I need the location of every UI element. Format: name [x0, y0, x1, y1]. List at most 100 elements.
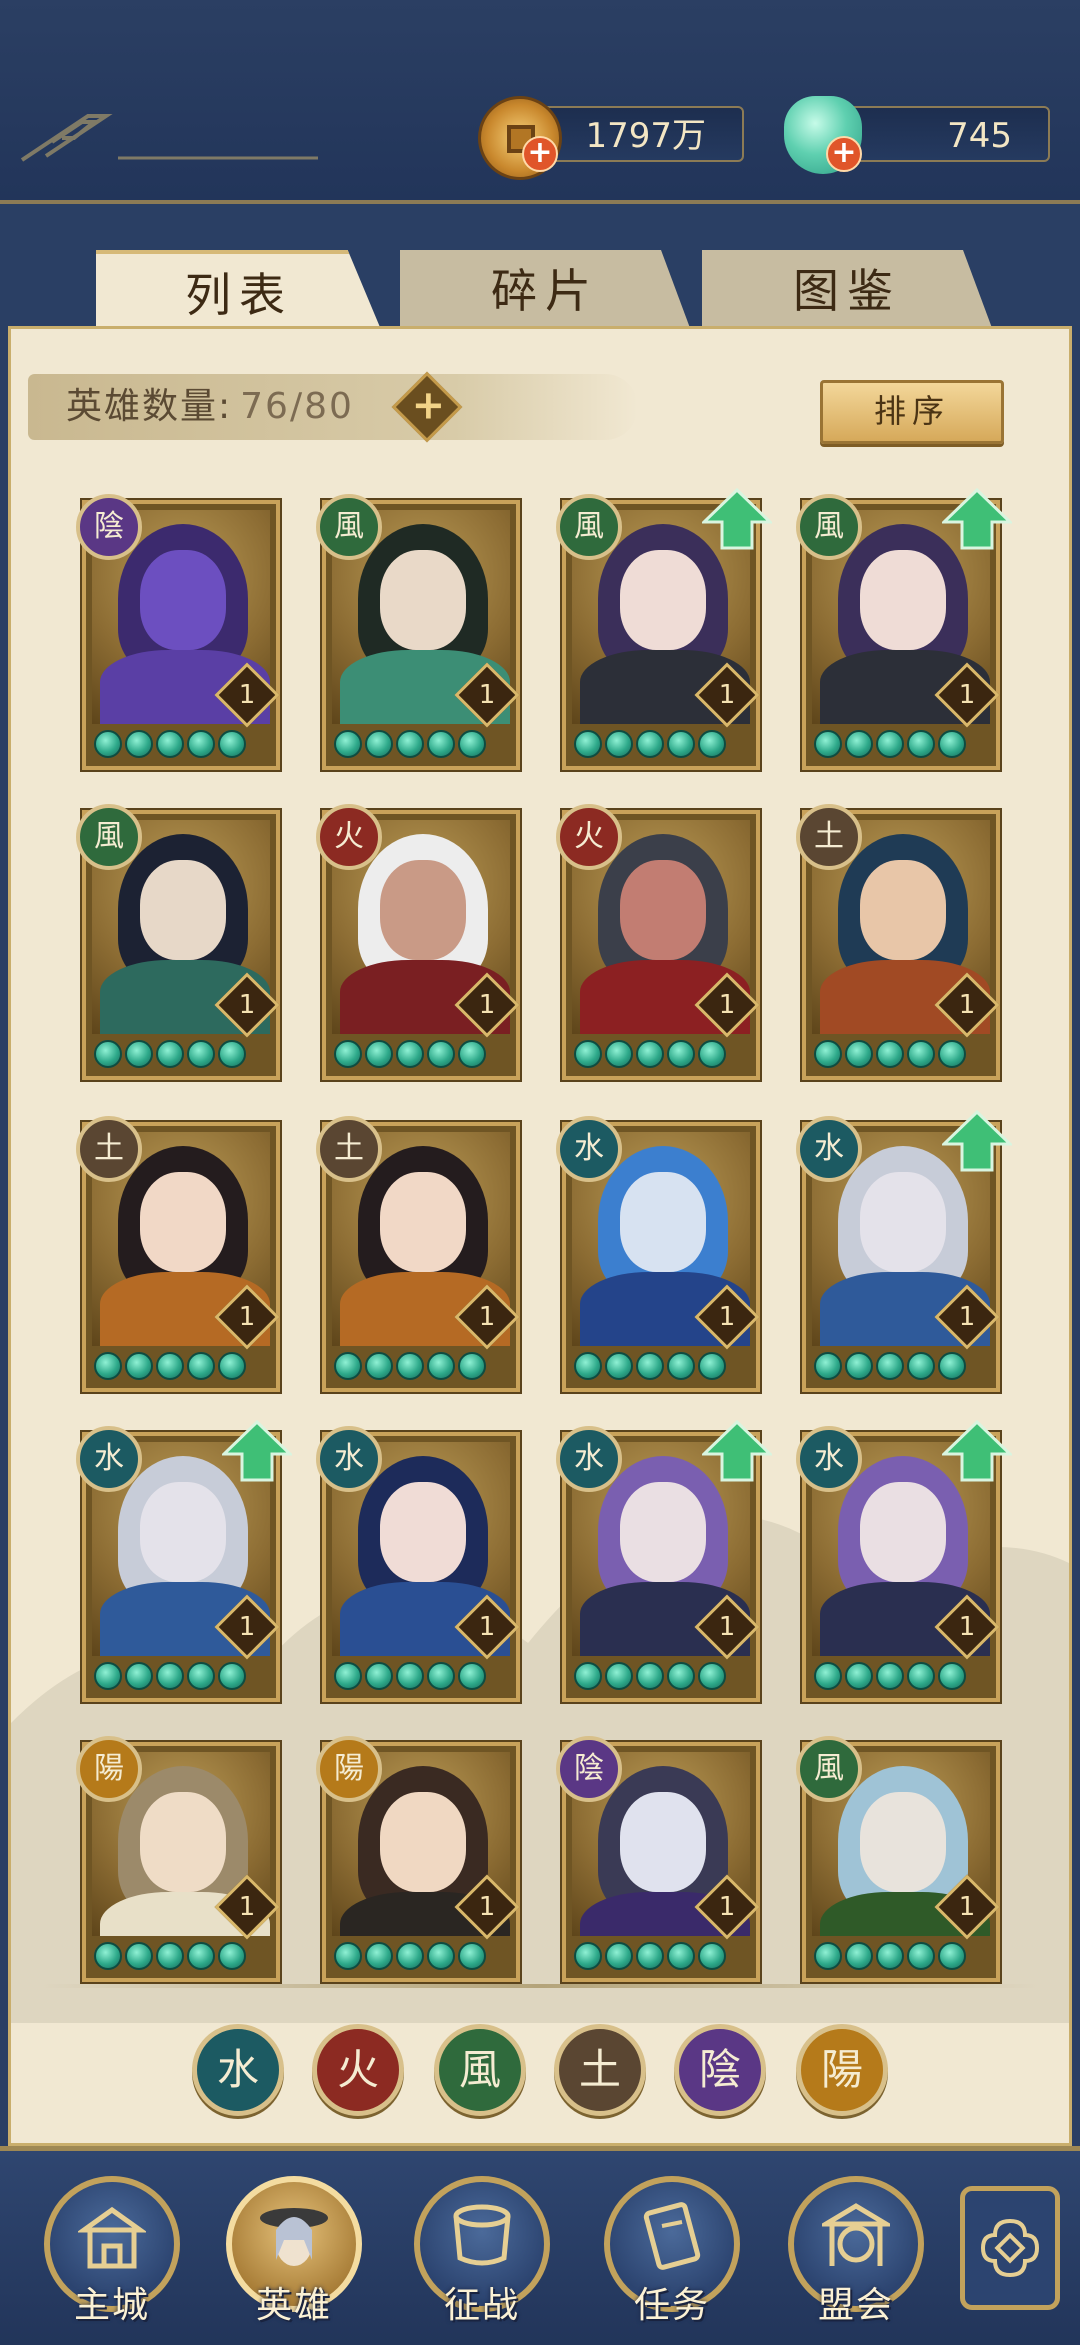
jade-star-icon [218, 1352, 246, 1380]
jade-star-icon [698, 1662, 726, 1690]
nav-item-2[interactable]: 英雄 [226, 2176, 362, 2326]
element-badge-icon: 水 [796, 1116, 862, 1182]
jade-star-icon [125, 1942, 153, 1970]
hero-level: 1 [958, 1892, 976, 1922]
element-filter-button[interactable]: 土 [554, 2024, 646, 2116]
hero-level: 1 [958, 1302, 976, 1332]
tab-list[interactable]: 列表 [96, 250, 382, 332]
jade-star-icon [845, 1942, 873, 1970]
hero-card[interactable]: 1水 [76, 1420, 292, 1702]
jade-star-icon [574, 1040, 602, 1068]
hero-card[interactable]: 1土 [76, 1116, 280, 1392]
hero-card[interactable]: 1水 [796, 1420, 1012, 1702]
add-coins-button[interactable]: + [522, 136, 558, 172]
jade-star-icon [876, 730, 904, 758]
jade-star-icon [667, 1942, 695, 1970]
hero-star-rating [334, 1662, 486, 1692]
hero-card[interactable]: 1土 [316, 1116, 520, 1392]
element-badge-icon: 陰 [556, 1736, 622, 1802]
jade-star-icon [938, 1040, 966, 1068]
tab-collection[interactable]: 图鉴 [702, 250, 992, 328]
element-badge-icon: 水 [556, 1116, 622, 1182]
nav-item-4[interactable]: 任务 [604, 2176, 740, 2326]
jade-star-icon [814, 1352, 842, 1380]
hero-card[interactable]: 1火 [316, 804, 520, 1080]
hero-card[interactable]: 1陰 [556, 1736, 760, 1982]
element-filter-button[interactable]: 風 [434, 2024, 526, 2116]
nav-item-3[interactable]: 征战 [414, 2176, 550, 2326]
hero-star-rating [94, 1662, 246, 1692]
hero-card[interactable]: 1水 [316, 1426, 520, 1702]
jade-star-icon [94, 1040, 122, 1068]
jade-star-icon [814, 1662, 842, 1690]
element-filter-button[interactable]: 水 [192, 2024, 284, 2116]
cloud-scroll-ornament-icon [20, 114, 318, 162]
element-badge-icon: 水 [556, 1426, 622, 1492]
jade-star-icon [845, 730, 873, 758]
jade-star-icon [667, 1352, 695, 1380]
jade-star-icon [187, 1942, 215, 1970]
jade-star-icon [156, 1942, 184, 1970]
element-badge-icon: 水 [76, 1426, 142, 1492]
hero-card[interactable]: 1風 [76, 804, 280, 1080]
hero-level: 1 [238, 990, 256, 1020]
nav-item-5[interactable]: 盟会 [788, 2176, 924, 2326]
jade-star-icon [458, 730, 486, 758]
jade-star-icon [574, 1942, 602, 1970]
hero-card[interactable]: 1土 [796, 804, 1000, 1080]
jade-star-icon [218, 1040, 246, 1068]
hero-level: 1 [238, 1302, 256, 1332]
hero-star-rating [574, 1352, 726, 1382]
hero-card[interactable]: 1陽 [76, 1736, 280, 1982]
hero-star-rating [334, 1352, 486, 1382]
jade-star-icon [667, 1040, 695, 1068]
jade-star-icon [427, 1662, 455, 1690]
tab-fragments[interactable]: 碎片 [400, 250, 690, 328]
element-filter-button[interactable]: 火 [312, 2024, 404, 2116]
element-filter-button[interactable]: 陽 [796, 2024, 888, 2116]
jade-star-icon [605, 1942, 633, 1970]
city-gate-icon [78, 2206, 146, 2269]
hero-star-rating [574, 1662, 726, 1692]
jade-star-icon [187, 730, 215, 758]
jade-star-icon [396, 730, 424, 758]
jade-star-icon [427, 730, 455, 758]
jade-star-icon [907, 730, 935, 758]
jade-star-icon [365, 1040, 393, 1068]
add-jade-button[interactable]: + [826, 136, 862, 172]
more-menu-button[interactable] [960, 2186, 1060, 2310]
hero-card[interactable]: 1水 [556, 1420, 772, 1702]
jade-star-icon [845, 1352, 873, 1380]
hero-card[interactable]: 1水 [556, 1116, 760, 1392]
sort-button[interactable]: 排序 [820, 380, 1004, 444]
upgrade-arrow-icon [702, 488, 772, 550]
jade-star-icon [938, 1352, 966, 1380]
jade-star-icon [125, 1040, 153, 1068]
element-badge-icon: 土 [76, 1116, 142, 1182]
jade-star-icon [218, 1942, 246, 1970]
element-filter-button[interactable]: 陰 [674, 2024, 766, 2116]
jade-star-icon [605, 1352, 633, 1380]
jade-star-icon [814, 1040, 842, 1068]
jade-star-icon [187, 1662, 215, 1690]
jade-star-icon [698, 1040, 726, 1068]
hero-card[interactable]: 1火 [556, 804, 760, 1080]
hero-star-rating [334, 1040, 486, 1070]
jade-star-icon [427, 1942, 455, 1970]
jade-star-icon [94, 1662, 122, 1690]
hero-card[interactable]: 1陰 [76, 494, 280, 770]
hero-card[interactable]: 1風 [556, 488, 772, 770]
hero-count-label: 英雄数量: [66, 386, 233, 427]
hero-star-rating [94, 730, 246, 760]
jade-star-icon [876, 1352, 904, 1380]
jade-star-icon [698, 1942, 726, 1970]
hero-card[interactable]: 1風 [316, 494, 520, 770]
hero-card[interactable]: 1風 [796, 488, 1012, 770]
hero-card[interactable]: 1水 [796, 1110, 1012, 1392]
nav-label: 主城 [73, 2285, 150, 2326]
hero-card[interactable]: 1風 [796, 1736, 1000, 1982]
element-badge-icon: 水 [796, 1426, 862, 1492]
hero-card[interactable]: 1陽 [316, 1736, 520, 1982]
jade-star-icon [574, 730, 602, 758]
nav-item-1[interactable]: 主城 [44, 2176, 180, 2326]
